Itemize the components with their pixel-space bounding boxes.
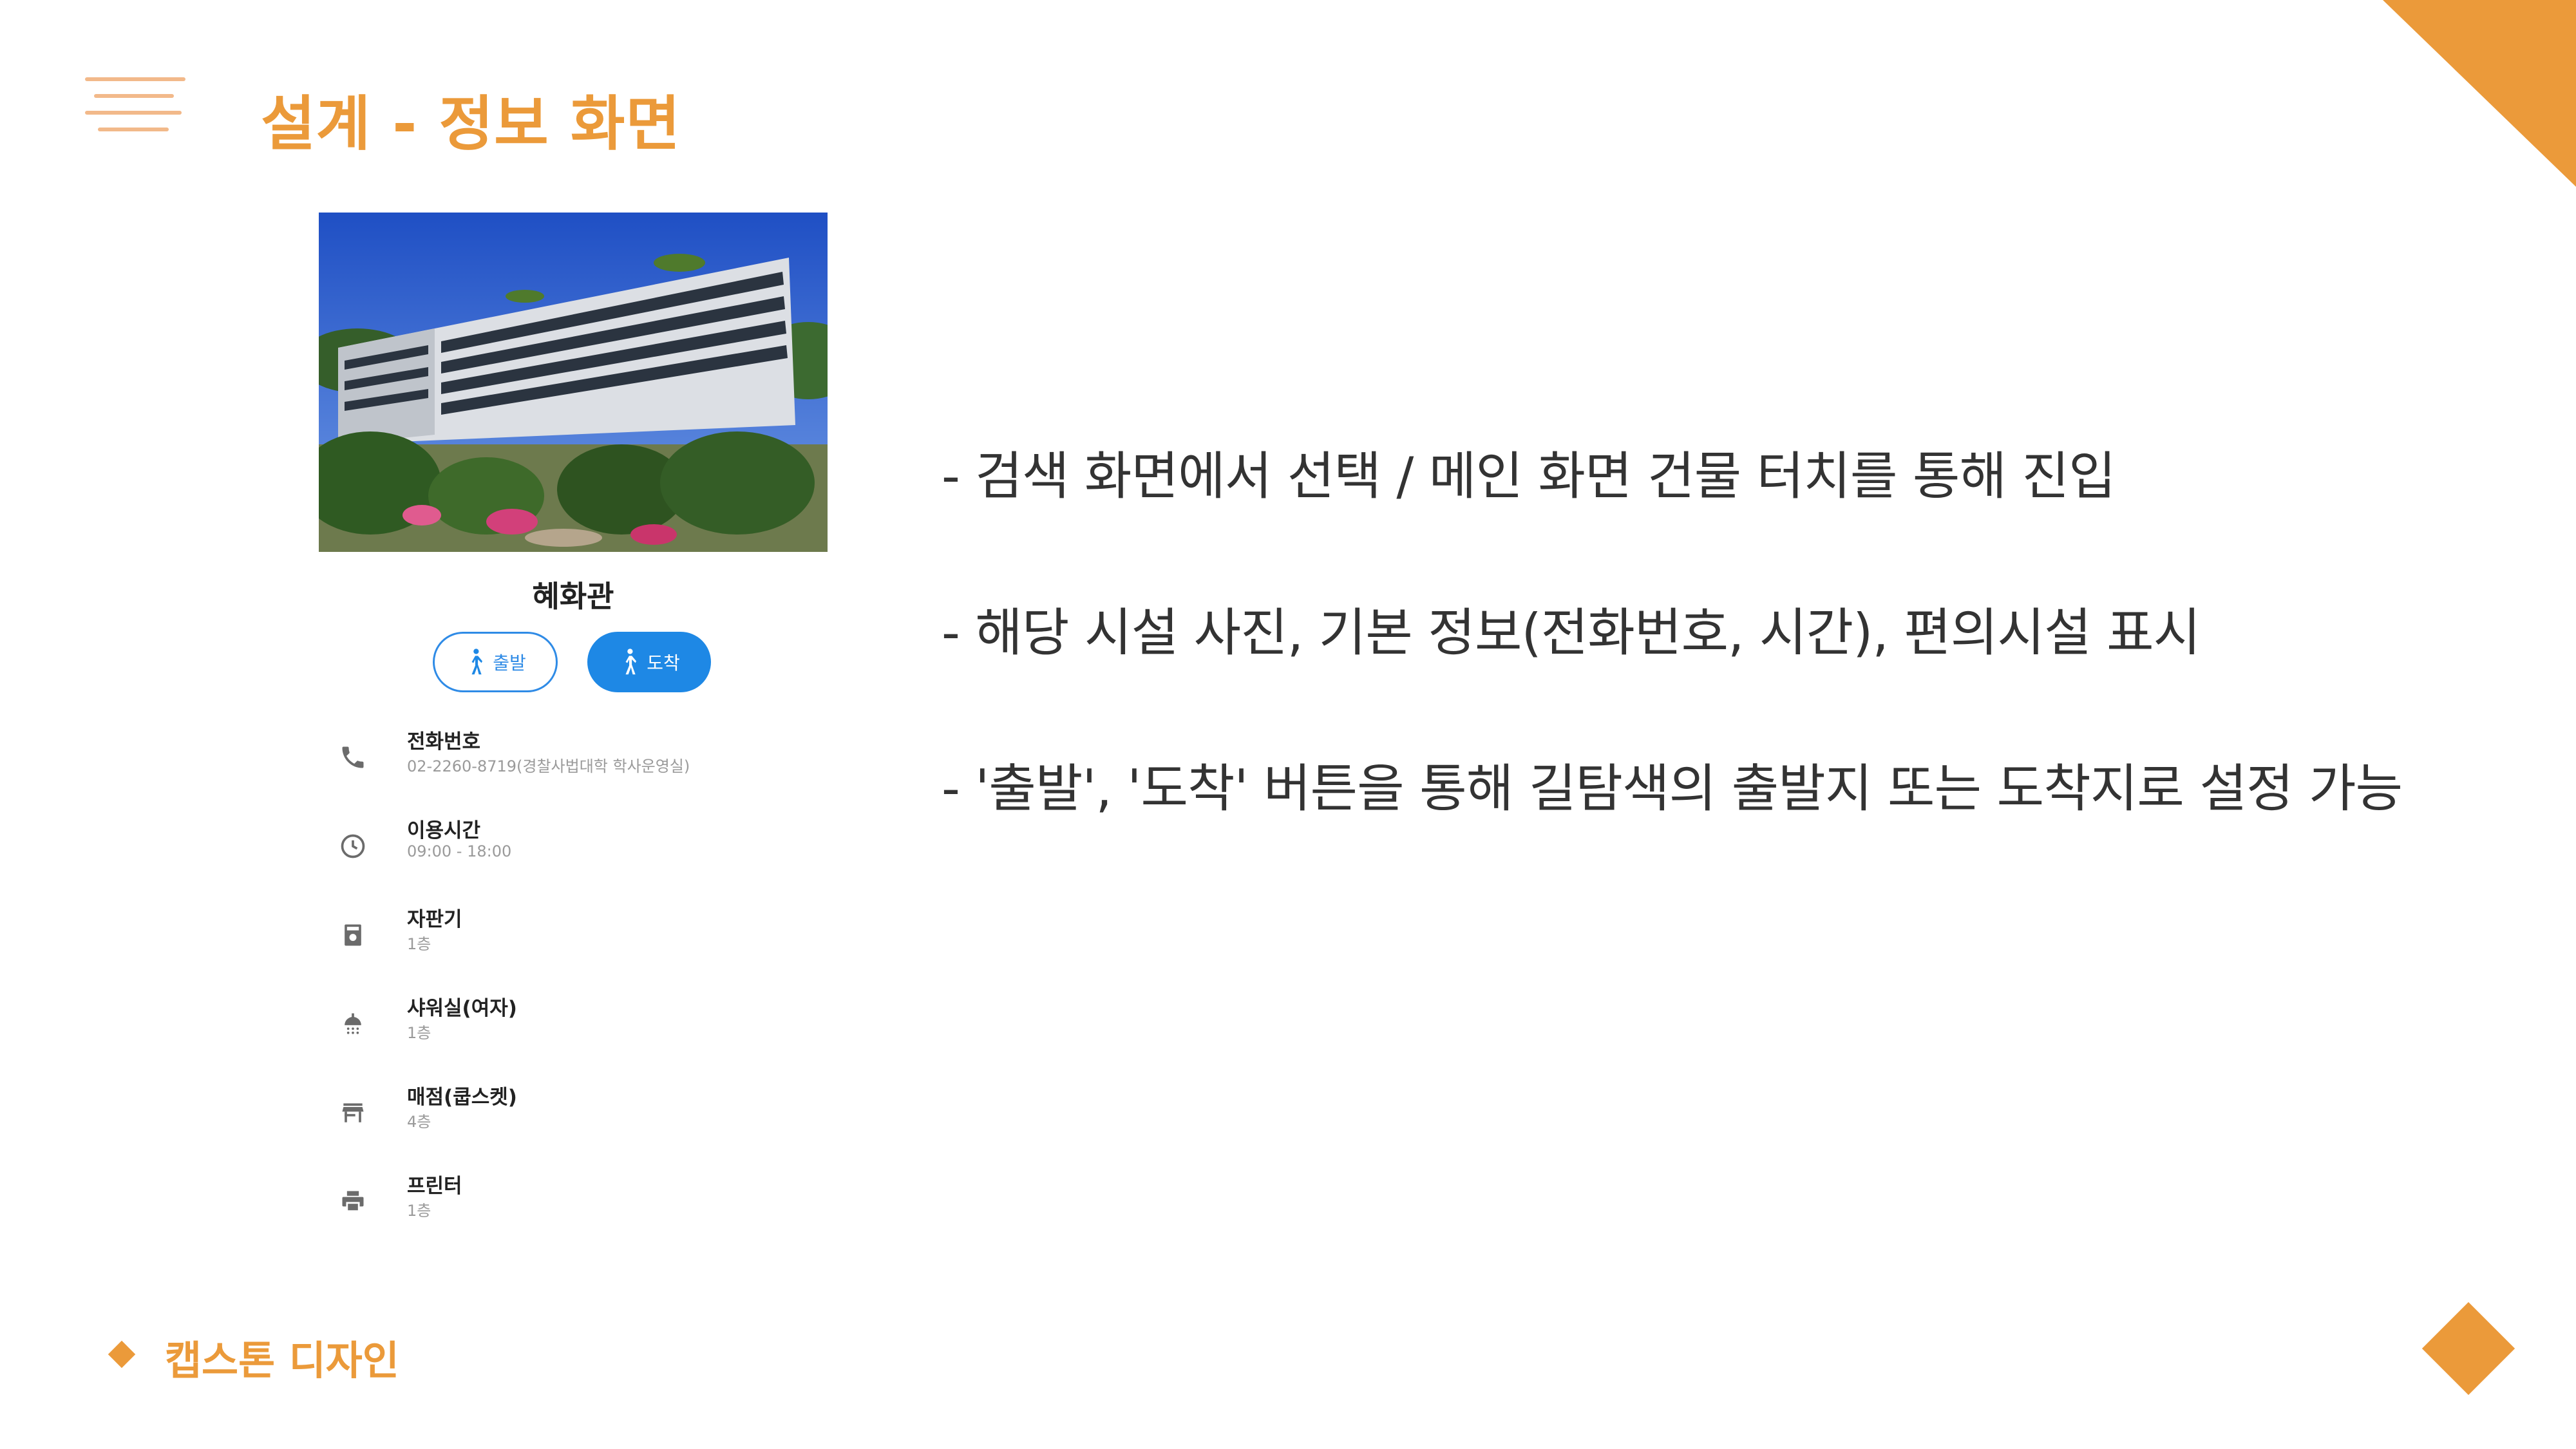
info-detail: 1층: [407, 1024, 431, 1042]
info-title: 프린터: [407, 1175, 462, 1198]
bullet-buttons: - '출발', '도착' 버튼을 통해 길탐색의 출발지 또는 도착지로 설정 …: [942, 759, 2403, 819]
info-row-vending: 자판기 1층: [335, 903, 824, 974]
info-title: 자판기: [407, 908, 462, 931]
printer-icon: [335, 1184, 371, 1220]
building-photo: [319, 213, 828, 552]
info-title: 이용시간: [407, 819, 481, 842]
footer-diamond-bullet: [108, 1340, 136, 1368]
walk-icon: [625, 649, 637, 675]
info-row-printer: 프린터 1층: [335, 1170, 824, 1240]
menu-lines-icon: [85, 75, 188, 139]
info-detail: 4층: [407, 1113, 431, 1131]
slide-title: 설계 - 정보 화면: [261, 90, 681, 158]
info-title: 샤워실(여자): [407, 997, 517, 1020]
vending-machine-icon: [335, 917, 371, 953]
corner-triangle-decoration: [2383, 0, 2576, 187]
footer-label: 캡스톤 디자인: [165, 1337, 399, 1384]
bullet-info: - 해당 시설 사진, 기본 정보(전화번호, 시간), 편의시설 표시: [942, 603, 2201, 663]
info-title: 매점(쿱스켓): [407, 1086, 517, 1109]
walk-icon: [471, 649, 483, 675]
arrive-button[interactable]: 도착: [587, 632, 711, 692]
depart-button-label: 출발: [493, 652, 526, 674]
info-detail: 1층: [407, 935, 431, 953]
phone-icon: [335, 739, 371, 775]
info-row-shower: 샤워실(여자) 1층: [335, 992, 824, 1063]
info-row-store: 매점(쿱스켓) 4층: [335, 1081, 824, 1151]
info-detail: 09:00 - 18:00: [407, 842, 512, 860]
arrive-button-label: 도착: [647, 652, 680, 674]
info-row-hours: 이용시간 09:00 - 18:00: [335, 814, 824, 885]
info-row-phone: 전화번호 02-2260-8719(경찰사법대학 학사운영실): [335, 725, 824, 796]
clock-icon: [335, 828, 371, 864]
corner-diamond-decoration: [2421, 1302, 2515, 1396]
depart-button[interactable]: 출발: [433, 632, 558, 692]
building-name: 혜화관: [532, 579, 614, 614]
info-title: 전화번호: [407, 730, 481, 753]
info-detail: 1층: [407, 1202, 431, 1220]
shower-icon: [335, 1006, 371, 1042]
store-icon: [335, 1095, 371, 1131]
info-detail: 02-2260-8719(경찰사법대학 학사운영실): [407, 757, 690, 775]
bullet-entry: - 검색 화면에서 선택 / 메인 화면 건물 터치를 통해 진입: [942, 446, 2116, 506]
